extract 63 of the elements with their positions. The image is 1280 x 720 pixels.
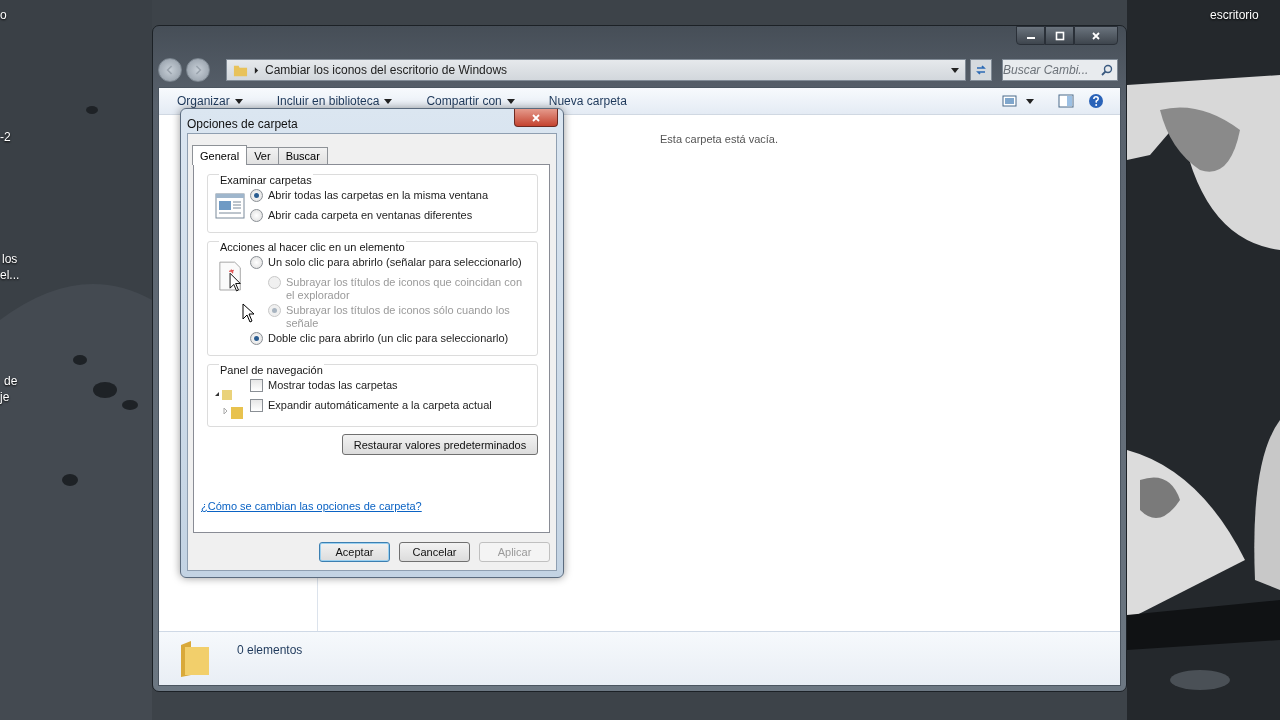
minimize-icon [1026,37,1035,39]
empty-folder-message: Esta carpeta está vacía. [660,133,778,145]
toolbar-button[interactable]: Organizar [173,94,247,108]
dropdown-icon[interactable] [951,67,959,73]
refresh-button[interactable] [970,59,992,81]
group-title: Acciones al hacer clic en un elemento [219,241,406,253]
help-link[interactable]: ¿Cómo se cambian las opciones de carpeta? [201,500,522,512]
option-label[interactable]: Abrir cada carpeta en ventanas diferentes [268,207,473,222]
desktop-icon-label[interactable]: o [0,8,7,22]
minimize-button[interactable] [1016,26,1045,45]
view-icon[interactable] [1002,94,1018,108]
help-icon[interactable] [1088,93,1104,109]
dialog-title: Opciones de carpeta [187,117,298,131]
option-label[interactable]: Mostrar todas las carpetas [268,377,398,392]
desktop-icon-label[interactable]: je [0,390,10,404]
option-label[interactable]: Expandir automáticamente a la carpeta actual [268,397,492,412]
close-button[interactable] [1074,26,1118,45]
back-button[interactable] [158,58,182,82]
toolbar-button[interactable]: Incluir en biblioteca [272,94,397,108]
desktop-icon-label[interactable]: -2 [0,130,11,144]
caret-icon [384,98,393,104]
close-icon [1091,30,1101,41]
restore-defaults-button[interactable]: Restaurar valores predeterminados [342,434,538,455]
caret-icon[interactable] [1026,98,1034,104]
option-label[interactable]: Abrir todas las carpetas en la misma ventana [268,187,489,202]
option-label[interactable]: Doble clic para abrirlo (un clic para seleccionarlo) [268,330,509,345]
radio-button[interactable] [250,332,263,345]
mouse-pointer-icon [242,303,254,323]
tab[interactable]: General [192,145,248,165]
desktop-icon-label[interactable]: escritorio [1210,8,1259,22]
preview-pane-icon[interactable] [1058,94,1074,108]
close-icon [531,112,541,123]
desktop-icon-label[interactable]: los [2,252,18,266]
dialog-button[interactable]: Cancelar [399,542,470,562]
close-button[interactable] [514,109,558,127]
forward-button[interactable] [186,58,210,82]
item-count: 0 elementos [237,642,303,657]
tab[interactable]: Ver [246,147,279,164]
checkbox[interactable] [250,399,263,412]
maximize-button[interactable] [1045,26,1074,45]
radio-button[interactable] [250,209,263,222]
chevron-icon [254,66,259,74]
toolbar-button[interactable]: Nueva carpeta [544,94,631,108]
window-icon [215,193,245,219]
radio-button[interactable] [250,189,263,202]
desktop-icon-label[interactable]: el... [0,268,20,282]
group-title: Examinar carpetas [219,174,313,186]
toolbar-button[interactable]: Compartir con [422,94,519,108]
group-title: Panel de navegación [219,364,324,376]
folder-icon [179,638,211,679]
desktop-icon-label[interactable]: de [4,374,18,388]
dialog-button[interactable]: Aceptar [319,542,390,562]
address-bar[interactable]: Cambiar los iconos del escritorio de Windows [226,59,966,81]
radio-button[interactable] [250,256,263,269]
caret-icon [234,98,243,104]
option-label[interactable]: Un solo clic para abrirlo (señalar para seleccionarlo) [268,254,522,269]
document-pointer-icon [218,260,244,294]
checkbox[interactable] [250,379,263,392]
refresh-icon [974,63,988,77]
search-field[interactable]: Buscar Cambi... [1002,59,1118,81]
tab[interactable]: Buscar [277,147,328,164]
maximize-icon [1054,30,1065,41]
caret-icon [506,98,515,104]
